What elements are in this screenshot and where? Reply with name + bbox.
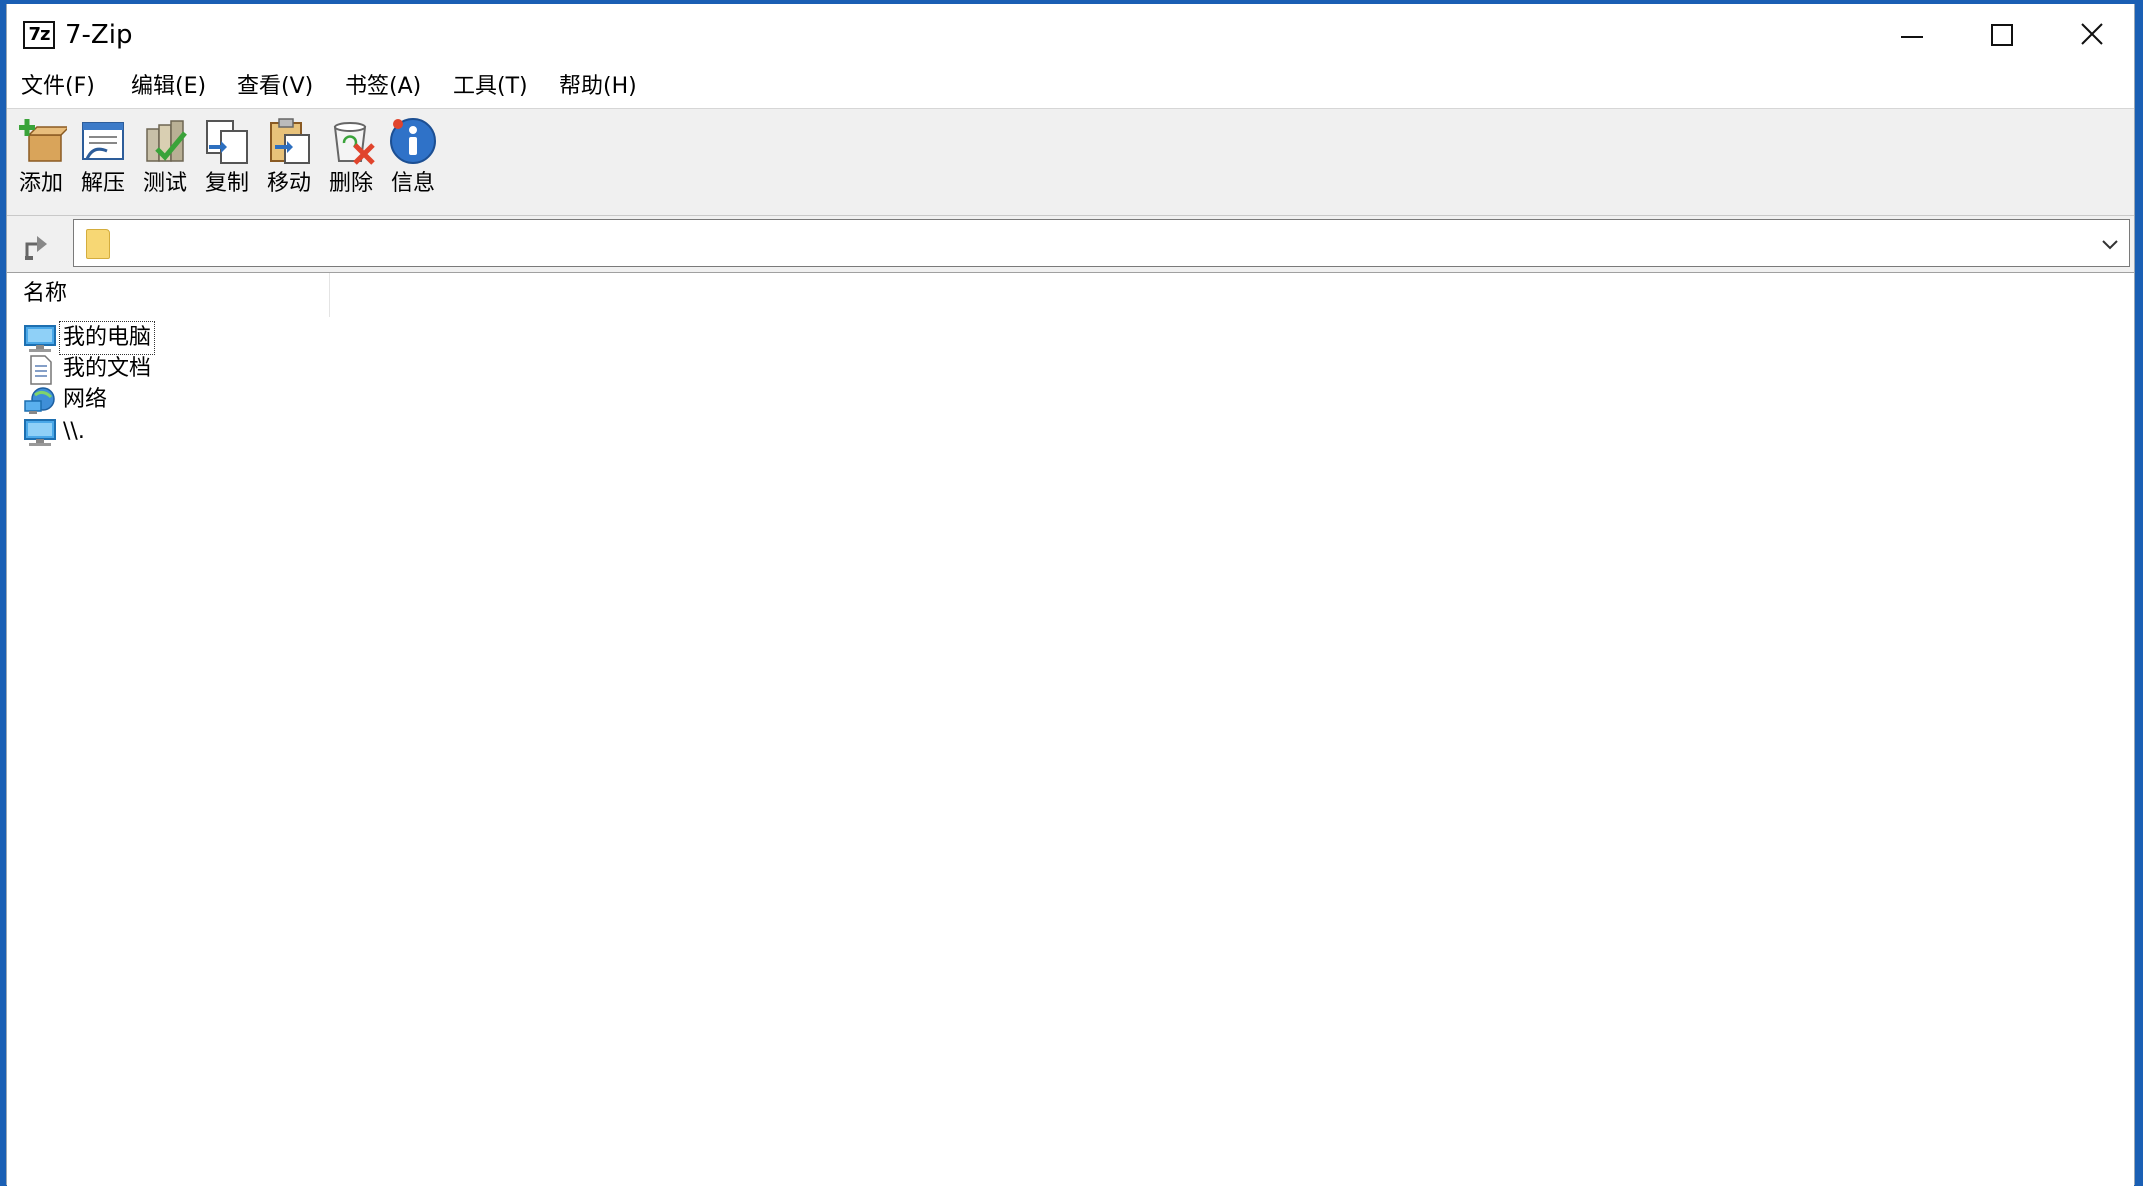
7zip-app-icon: 7z [23, 21, 55, 49]
list-item-device-namespace[interactable]: \\. [17, 413, 417, 453]
extract-button[interactable]: 解压 [73, 115, 133, 211]
chevron-down-icon[interactable] [2097, 231, 2123, 257]
minimize-icon [1901, 36, 1923, 38]
up-folder-button[interactable] [13, 222, 67, 266]
column-header-name[interactable]: 名称 [7, 273, 330, 317]
copy-button[interactable]: 复制 [197, 115, 257, 211]
copy-icon [206, 120, 248, 164]
address-field[interactable] [73, 219, 2130, 267]
info-button[interactable]: 信息 [383, 115, 443, 211]
app-window: 7z 7-Zip 文件(F) 编辑(E) 查看(V) 书签(A) 工具(T) 帮… [6, 4, 2135, 1186]
computer-icon [24, 419, 56, 446]
toolbar: 添加 解压 测试 复制 移动 删除 信息 [7, 108, 2134, 216]
add-button[interactable]: 添加 [11, 115, 71, 211]
folder-icon [86, 229, 110, 259]
maximize-icon [1991, 24, 2013, 46]
close-button[interactable] [2047, 4, 2137, 66]
close-icon [2081, 23, 2103, 45]
list-item-label: \\. [63, 419, 85, 444]
list-item-label: 网络 [63, 387, 108, 412]
menu-help[interactable]: 帮助(H) [551, 70, 645, 104]
up-arrow-icon [25, 236, 47, 260]
title-bar[interactable]: 7z 7-Zip [7, 4, 2134, 66]
menu-tools[interactable]: 工具(T) [445, 70, 536, 104]
add-archive-icon [19, 119, 67, 162]
move-button[interactable]: 移动 [259, 115, 319, 211]
menu-bar: 文件(F) 编辑(E) 查看(V) 书签(A) 工具(T) 帮助(H) [7, 68, 2134, 108]
menu-bookmarks[interactable]: 书签(A) [337, 70, 429, 104]
delete-button[interactable]: 删除 [321, 115, 381, 211]
test-icon [146, 120, 187, 162]
delete-label: 删除 [328, 171, 373, 196]
window-title: 7-Zip [65, 20, 133, 50]
info-label: 信息 [390, 171, 435, 196]
file-list[interactable]: 名称 我的电脑 我的文档 网络 \\. [7, 272, 2134, 1186]
move-label: 移动 [266, 171, 311, 196]
copy-label: 复制 [204, 171, 249, 196]
test-button[interactable]: 测试 [135, 115, 195, 211]
minimize-button[interactable] [1867, 4, 1957, 66]
menu-edit[interactable]: 编辑(E) [123, 70, 214, 104]
column-name-label: 名称 [23, 281, 68, 306]
menu-file[interactable]: 文件(F) [13, 70, 103, 104]
extract-icon [82, 122, 124, 160]
address-input[interactable] [118, 226, 2082, 262]
add-label: 添加 [18, 171, 63, 196]
maximize-button[interactable] [1957, 4, 2047, 66]
extract-label: 解压 [80, 171, 125, 196]
menu-view[interactable]: 查看(V) [229, 70, 321, 104]
test-label: 测试 [142, 171, 187, 196]
info-icon [390, 118, 436, 164]
move-icon [270, 118, 310, 164]
delete-icon [333, 122, 375, 165]
address-bar [7, 216, 2134, 272]
